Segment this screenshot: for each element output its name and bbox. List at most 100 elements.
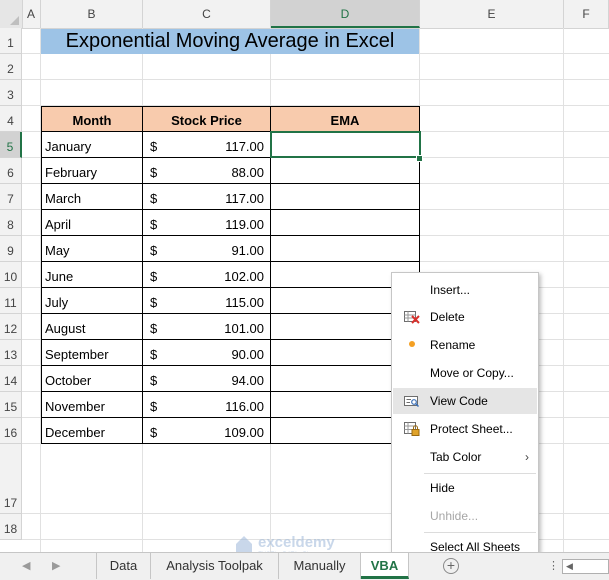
column-header-b[interactable]: B [41,0,143,28]
cell-month[interactable]: May [41,236,143,262]
menu-item-rename[interactable]: Rename [393,332,537,358]
row-header-10[interactable]: 10 [0,262,22,288]
row-header-11[interactable]: 11 [0,288,22,314]
currency-symbol: $ [150,347,158,362]
view-code-icon [404,396,420,408]
column-header-e[interactable]: E [420,0,564,28]
cell-ema[interactable] [271,158,420,184]
cell-month[interactable]: July [41,288,143,314]
column-header-a[interactable]: A [22,0,41,28]
sheet-tab-analysis-toolpak[interactable]: Analysis Toolpak [151,553,279,579]
row-header-16[interactable]: 16 [0,418,22,444]
price-value: 88.00 [231,165,264,180]
horizontal-scrollbar[interactable]: ◀ [562,559,609,574]
menu-item-unhide: Unhide... [393,503,537,529]
price-value: 94.00 [231,373,264,388]
cell-month[interactable]: December [41,418,143,444]
cell-stock-price[interactable]: $117.00 [143,132,271,158]
menu-item-label: Delete [430,310,465,324]
cell-month[interactable]: August [41,314,143,340]
cell-stock-price[interactable]: $117.00 [143,184,271,210]
cell-stock-price[interactable]: $91.00 [143,236,271,262]
gridline-column [563,28,564,552]
cell-month[interactable]: September [41,340,143,366]
cell-month[interactable]: February [41,158,143,184]
row-header-15[interactable]: 15 [0,392,22,418]
row-header-5[interactable]: 5 [0,132,22,158]
header-ema: EMA [271,106,420,132]
menu-item-tab-color[interactable]: Tab Color › [393,444,537,470]
row-header-13[interactable]: 13 [0,340,22,366]
currency-symbol: $ [150,243,158,258]
row-header-6[interactable]: 6 [0,158,22,184]
row-header-12[interactable]: 12 [0,314,22,340]
cell-stock-price[interactable]: $119.00 [143,210,271,236]
price-value: 101.00 [224,321,264,336]
price-value: 116.00 [225,399,264,414]
cell-month[interactable]: April [41,210,143,236]
fill-handle[interactable] [416,155,423,162]
column-header-f[interactable]: F [564,0,609,28]
chevron-right-icon: › [525,450,529,464]
cell-month[interactable]: January [41,132,143,158]
price-value: 91.00 [231,243,264,258]
row-header-18[interactable]: 18 [0,514,22,540]
row-header-1[interactable]: 1 [0,28,22,54]
currency-symbol: $ [150,321,158,336]
scroll-left-arrow-icon[interactable]: ◀ [566,560,573,573]
row-header-7[interactable]: 7 [0,184,22,210]
cell-ema[interactable] [271,184,420,210]
price-value: 119.00 [225,217,264,232]
cell-month[interactable]: June [41,262,143,288]
row-header-14[interactable]: 14 [0,366,22,392]
price-value: 115.00 [225,295,264,310]
currency-symbol: $ [150,425,158,440]
menu-item-view-code[interactable]: View Code [393,388,537,414]
cell-stock-price[interactable]: $115.00 [143,288,271,314]
price-value: 102.00 [224,269,264,284]
column-header-d[interactable]: D [271,0,420,28]
more-options-icon[interactable]: ⋮ [548,553,559,580]
row-header-2[interactable]: 2 [0,54,22,80]
sheet-tab-vba[interactable]: VBA [361,553,409,579]
cell-stock-price[interactable]: $109.00 [143,418,271,444]
scroll-tabs-right-icon[interactable]: ▶ [52,553,60,580]
row-header-17[interactable]: 17 [0,444,22,514]
currency-symbol: $ [150,373,158,388]
cell-month[interactable]: October [41,366,143,392]
cell-stock-price[interactable]: $90.00 [143,340,271,366]
cell-ema[interactable] [271,236,420,262]
menu-item-protect-sheet[interactable]: Protect Sheet... [393,416,537,442]
add-sheet-icon[interactable]: + [443,558,459,574]
cell-stock-price[interactable]: $102.00 [143,262,271,288]
row-header-8[interactable]: 8 [0,210,22,236]
cell-stock-price[interactable]: $101.00 [143,314,271,340]
column-header-bar: A B C D E F [0,0,609,29]
cell-stock-price[interactable]: $94.00 [143,366,271,392]
cell-stock-price[interactable]: $116.00 [143,392,271,418]
row-header-3[interactable]: 3 [0,80,22,106]
menu-item-insert[interactable]: Insert... [393,277,537,303]
header-stock-price: Stock Price [143,106,271,132]
row-header-9[interactable]: 9 [0,236,22,262]
header-month: Month [41,106,143,132]
currency-symbol: $ [150,399,158,414]
menu-item-hide[interactable]: Hide [393,475,537,501]
cell-month[interactable]: March [41,184,143,210]
menu-item-move-or-copy[interactable]: Move or Copy... [393,360,537,386]
sheet-tab-data[interactable]: Data [97,553,151,579]
menu-item-delete[interactable]: Delete [393,304,537,330]
scroll-tabs-left-icon[interactable]: ◀ [22,553,30,580]
cell-ema[interactable] [271,210,420,236]
cell-month[interactable]: November [41,392,143,418]
cell-stock-price[interactable]: $88.00 [143,158,271,184]
row-header-4[interactable]: 4 [0,106,22,132]
column-header-c[interactable]: C [143,0,271,28]
select-all-corner[interactable] [0,0,23,28]
svg-text:exceldemy: exceldemy [258,534,335,551]
sheet-tab-bar: ◀ ▶ Data Analysis Toolpak Manually VBA +… [0,552,609,580]
active-cell-selection[interactable] [270,131,421,158]
menu-item-label: View Code [430,394,488,408]
protect-sheet-icon [404,422,420,436]
sheet-tab-manually[interactable]: Manually [279,553,361,579]
